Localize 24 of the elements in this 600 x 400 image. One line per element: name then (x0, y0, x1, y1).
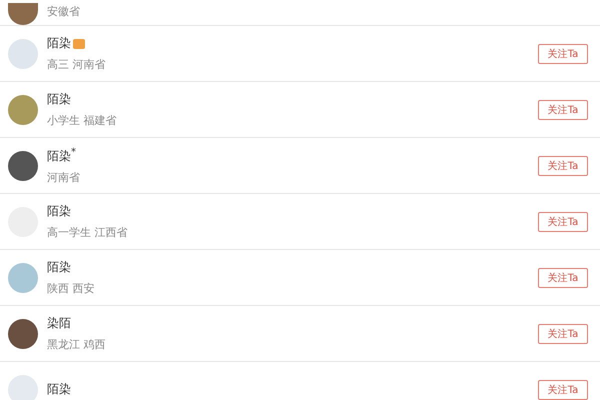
user-info: 高一学生 江西省 (47, 225, 128, 240)
user-info: 高三 河南省 (47, 57, 106, 72)
follow-button[interactable]: 关注Ta (538, 268, 588, 288)
avatar[interactable] (8, 3, 38, 25)
follow-button[interactable]: 关注Ta (538, 324, 588, 344)
user-name[interactable]: 陌染 (47, 203, 71, 220)
user-name[interactable]: 陌染$^{*}$ (47, 146, 76, 164)
follow-button[interactable]: 关注Ta (538, 156, 588, 176)
user-name[interactable]: 陌染 (47, 259, 71, 276)
user-info: 安徽省 (47, 4, 81, 19)
follow-button[interactable]: 关注Ta (538, 100, 588, 120)
follow-button[interactable]: 关注Ta (538, 380, 588, 400)
user-name[interactable]: 染陌 (47, 315, 71, 332)
avatar[interactable] (8, 150, 38, 180)
user-name[interactable]: 陌染 (47, 381, 71, 398)
user-info: 小学生 福建省 (47, 113, 118, 128)
user-name[interactable]: 陌染 (47, 91, 71, 108)
user-info: 黑龙江 鸡西 (47, 337, 106, 352)
user-name[interactable]: 陌染 (47, 35, 71, 52)
avatar[interactable] (8, 318, 38, 348)
follow-button[interactable]: 关注Ta (538, 44, 588, 64)
user-info: 河南省 (47, 170, 81, 184)
user-info: 陕西 西安 (47, 281, 96, 296)
follow-button[interactable]: 关注Ta (538, 212, 588, 232)
